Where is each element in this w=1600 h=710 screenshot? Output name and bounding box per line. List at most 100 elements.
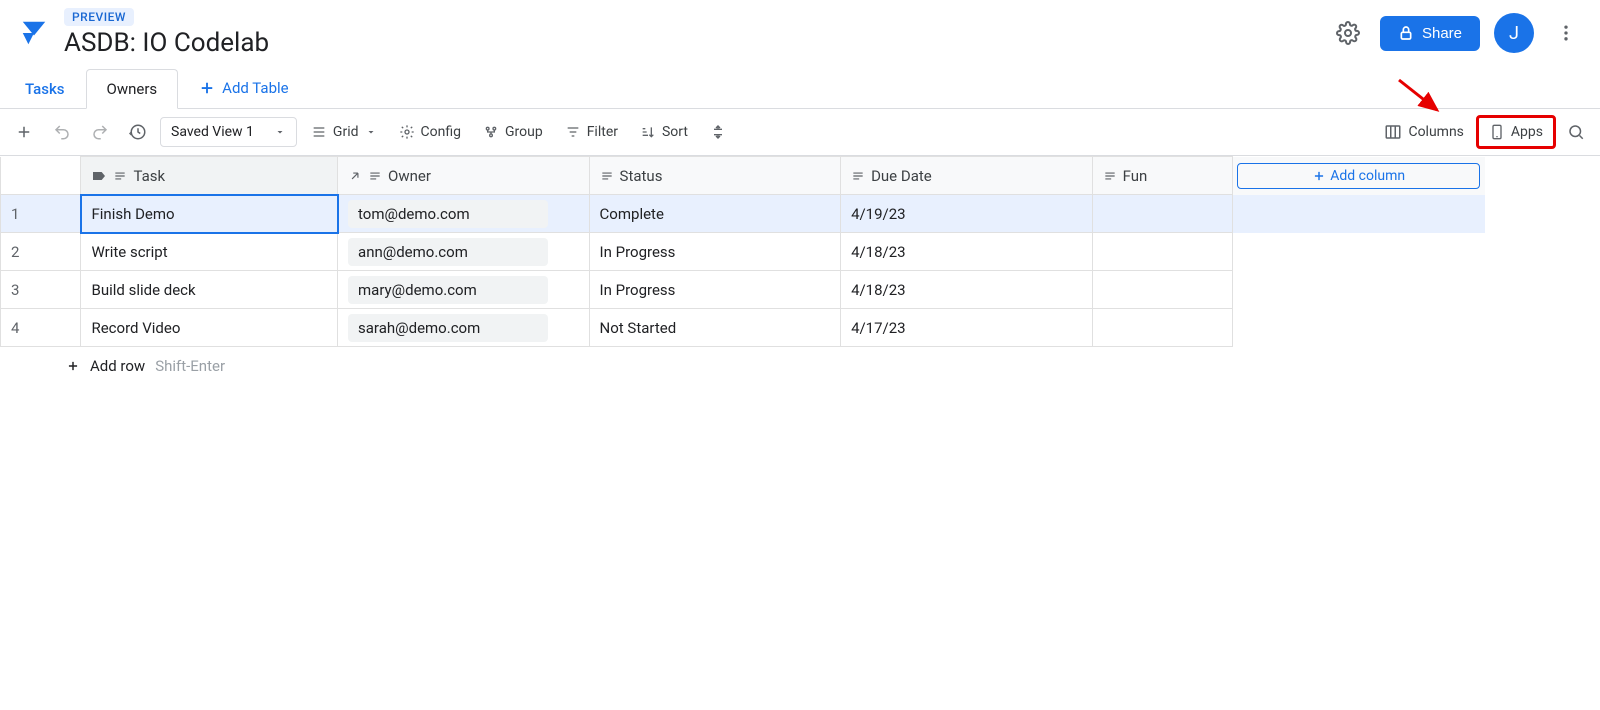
ref-icon: [348, 169, 362, 183]
chevron-down-icon: [365, 126, 377, 138]
column-label: Task: [133, 167, 165, 185]
cell-owner[interactable]: ann@demo.com: [338, 233, 590, 271]
column-header-task[interactable]: Task: [81, 157, 338, 195]
app-logo[interactable]: [16, 15, 52, 51]
plus-icon: [1312, 169, 1326, 183]
undo-button[interactable]: [46, 116, 78, 148]
row-number[interactable]: 3: [1, 271, 81, 309]
column-header-status[interactable]: Status: [589, 157, 841, 195]
text-icon: [113, 169, 127, 183]
cell-empty: [1233, 195, 1485, 233]
text-icon: [851, 169, 865, 183]
cell-owner[interactable]: mary@demo.com: [338, 271, 590, 309]
sort-label: Sort: [662, 124, 688, 140]
more-menu-button[interactable]: [1548, 15, 1584, 51]
grid-view-button[interactable]: Grid: [303, 118, 385, 146]
mobile-icon: [1489, 122, 1505, 142]
column-header-due[interactable]: Due Date: [841, 157, 1093, 195]
chevron-down-icon: [274, 126, 286, 138]
add-row-button[interactable]: Add row Shift-Enter: [0, 347, 1600, 385]
cell-status[interactable]: Complete: [589, 195, 841, 233]
columns-button[interactable]: Columns: [1376, 117, 1471, 147]
add-button[interactable]: [8, 116, 40, 148]
filter-button[interactable]: Filter: [557, 118, 626, 146]
add-table-button[interactable]: Add Table: [184, 69, 302, 107]
avatar[interactable]: J: [1494, 13, 1534, 53]
cell-due[interactable]: 4/18/23: [841, 233, 1093, 271]
search-button[interactable]: [1560, 116, 1592, 148]
cell-owner[interactable]: sarah@demo.com: [338, 309, 590, 347]
cell-fun[interactable]: [1092, 233, 1233, 271]
columns-icon: [1384, 123, 1402, 141]
group-icon: [483, 124, 499, 140]
cell-empty: [1233, 271, 1485, 309]
redo-button[interactable]: [84, 116, 116, 148]
tab-tasks[interactable]: Tasks: [4, 69, 86, 109]
lock-icon: [1398, 25, 1414, 41]
table-row[interactable]: 1Finish Demotom@demo.comComplete4/19/23: [1, 195, 1485, 233]
grid-label: Grid: [333, 124, 359, 140]
row-number[interactable]: 1: [1, 195, 81, 233]
cell-status[interactable]: In Progress: [589, 233, 841, 271]
filter-label: Filter: [587, 124, 618, 140]
column-label: Owner: [388, 167, 431, 185]
column-header-owner[interactable]: Owner: [338, 157, 590, 195]
apps-button[interactable]: Apps: [1476, 115, 1556, 149]
add-row-label: Add row: [90, 357, 145, 375]
text-icon: [600, 169, 614, 183]
cell-fun[interactable]: [1092, 271, 1233, 309]
cell-due[interactable]: 4/19/23: [841, 195, 1093, 233]
filter-icon: [565, 124, 581, 140]
cell-task[interactable]: Write script: [81, 233, 338, 271]
tab-owners[interactable]: Owners: [86, 69, 179, 109]
sort-button[interactable]: Sort: [632, 118, 696, 146]
row-number[interactable]: 2: [1, 233, 81, 271]
apps-label: Apps: [1511, 124, 1543, 140]
column-label: Fun: [1123, 167, 1148, 185]
text-icon: [368, 169, 382, 183]
share-button-label: Share: [1422, 25, 1462, 42]
saved-view-selector[interactable]: Saved View 1: [160, 117, 297, 147]
row-height-button[interactable]: [702, 116, 734, 148]
settings-button[interactable]: [1330, 15, 1366, 51]
group-button[interactable]: Group: [475, 118, 551, 146]
cell-fun[interactable]: [1092, 309, 1233, 347]
add-column-label: Add column: [1330, 168, 1405, 184]
share-button[interactable]: Share: [1380, 16, 1480, 51]
add-row-hint: Shift-Enter: [155, 357, 225, 375]
sort-icon: [640, 124, 656, 140]
row-number[interactable]: 4: [1, 309, 81, 347]
cell-task[interactable]: Finish Demo: [81, 195, 338, 233]
text-icon: [1103, 169, 1117, 183]
cell-due[interactable]: 4/18/23: [841, 271, 1093, 309]
cell-empty: [1233, 309, 1485, 347]
add-table-label: Add Table: [222, 79, 288, 97]
table-row[interactable]: 2Write scriptann@demo.comIn Progress4/18…: [1, 233, 1485, 271]
table-row[interactable]: 3Build slide deckmary@demo.comIn Progres…: [1, 271, 1485, 309]
column-header-fun[interactable]: Fun: [1092, 157, 1233, 195]
cell-empty: [1233, 233, 1485, 271]
label-icon: [91, 168, 107, 184]
search-icon: [1567, 123, 1585, 141]
preview-badge: PREVIEW: [64, 8, 134, 26]
column-label: Due Date: [871, 167, 932, 185]
select-all-cell[interactable]: [1, 157, 81, 195]
cell-fun[interactable]: [1092, 195, 1233, 233]
app-title[interactable]: ASDB: IO Codelab: [64, 28, 269, 58]
config-button[interactable]: Config: [391, 118, 469, 146]
history-button[interactable]: [122, 116, 154, 148]
add-column-header: Add column: [1233, 157, 1485, 195]
gear-icon: [399, 124, 415, 140]
cell-status[interactable]: Not Started: [589, 309, 841, 347]
cell-due[interactable]: 4/17/23: [841, 309, 1093, 347]
table-row[interactable]: 4Record Videosarah@demo.comNot Started4/…: [1, 309, 1485, 347]
cell-task[interactable]: Build slide deck: [81, 271, 338, 309]
column-label: Status: [620, 167, 663, 185]
cell-owner[interactable]: tom@demo.com: [338, 195, 590, 233]
plus-icon: [66, 359, 80, 373]
add-column-button[interactable]: Add column: [1237, 163, 1480, 189]
plus-icon: [198, 79, 216, 97]
cell-task[interactable]: Record Video: [81, 309, 338, 347]
cell-status[interactable]: In Progress: [589, 271, 841, 309]
list-icon: [311, 124, 327, 140]
